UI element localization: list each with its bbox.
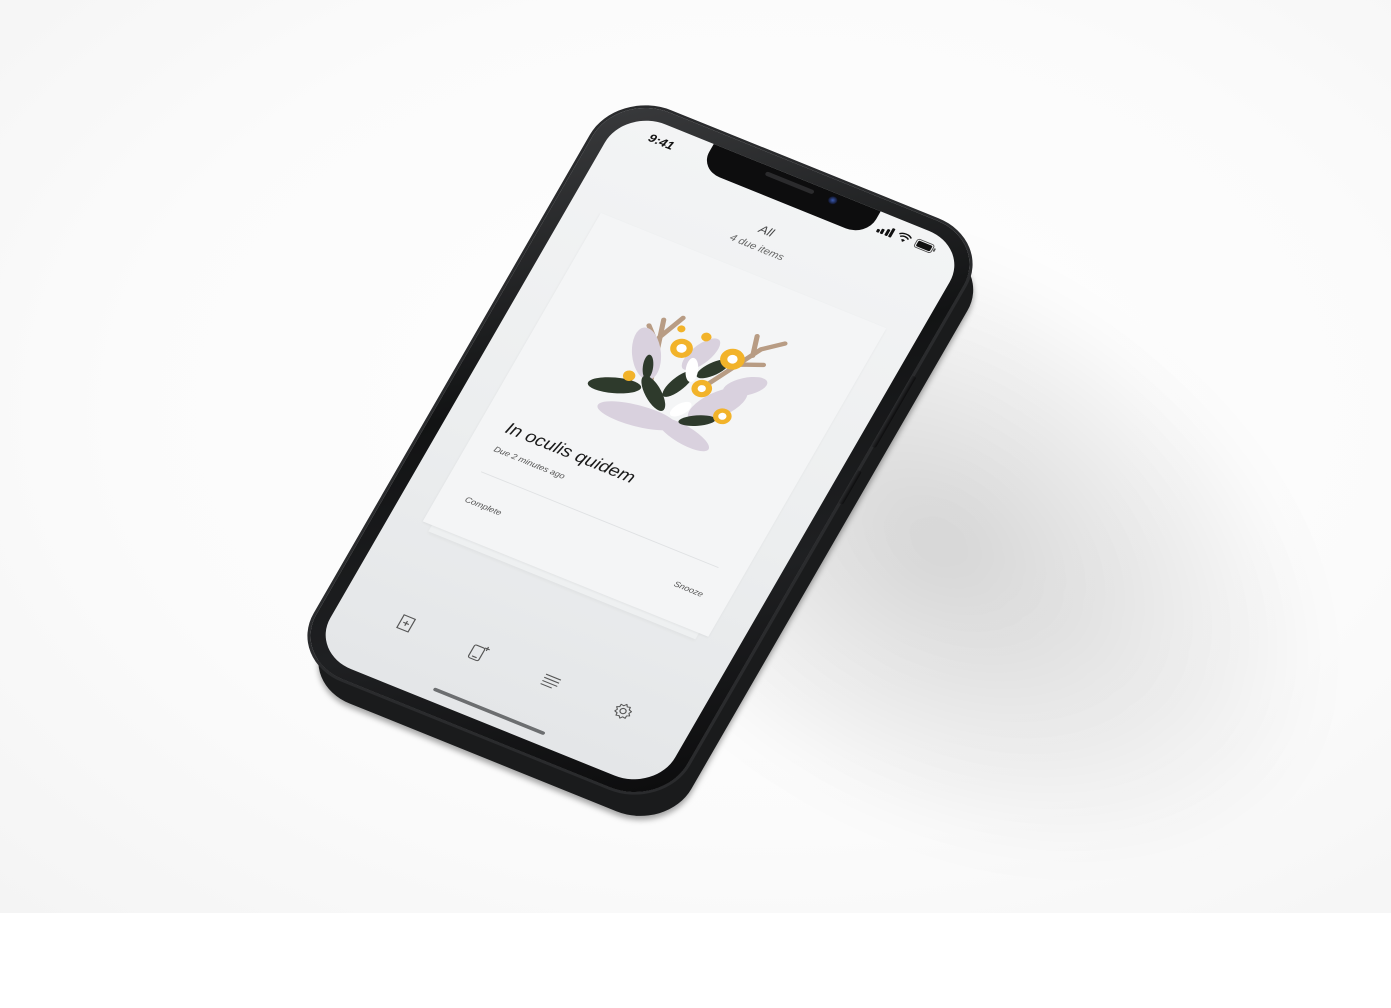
new-device-icon[interactable]: [462, 639, 495, 667]
stage: 9:41 All 4 due items In oculis quidem Du…: [0, 0, 1391, 1008]
camera: [826, 195, 839, 206]
floral-illustration: [558, 270, 811, 475]
list-icon[interactable]: [534, 668, 567, 696]
battery-icon: [913, 238, 938, 255]
add-card-icon[interactable]: [390, 609, 423, 637]
wifi-icon: [895, 231, 913, 245]
complete-button[interactable]: Complete: [463, 495, 503, 517]
settings-icon[interactable]: [606, 697, 639, 725]
snooze-button[interactable]: Snooze: [672, 579, 705, 598]
status-time: 9:41: [645, 130, 677, 153]
cellular-signal-icon: [875, 223, 896, 238]
